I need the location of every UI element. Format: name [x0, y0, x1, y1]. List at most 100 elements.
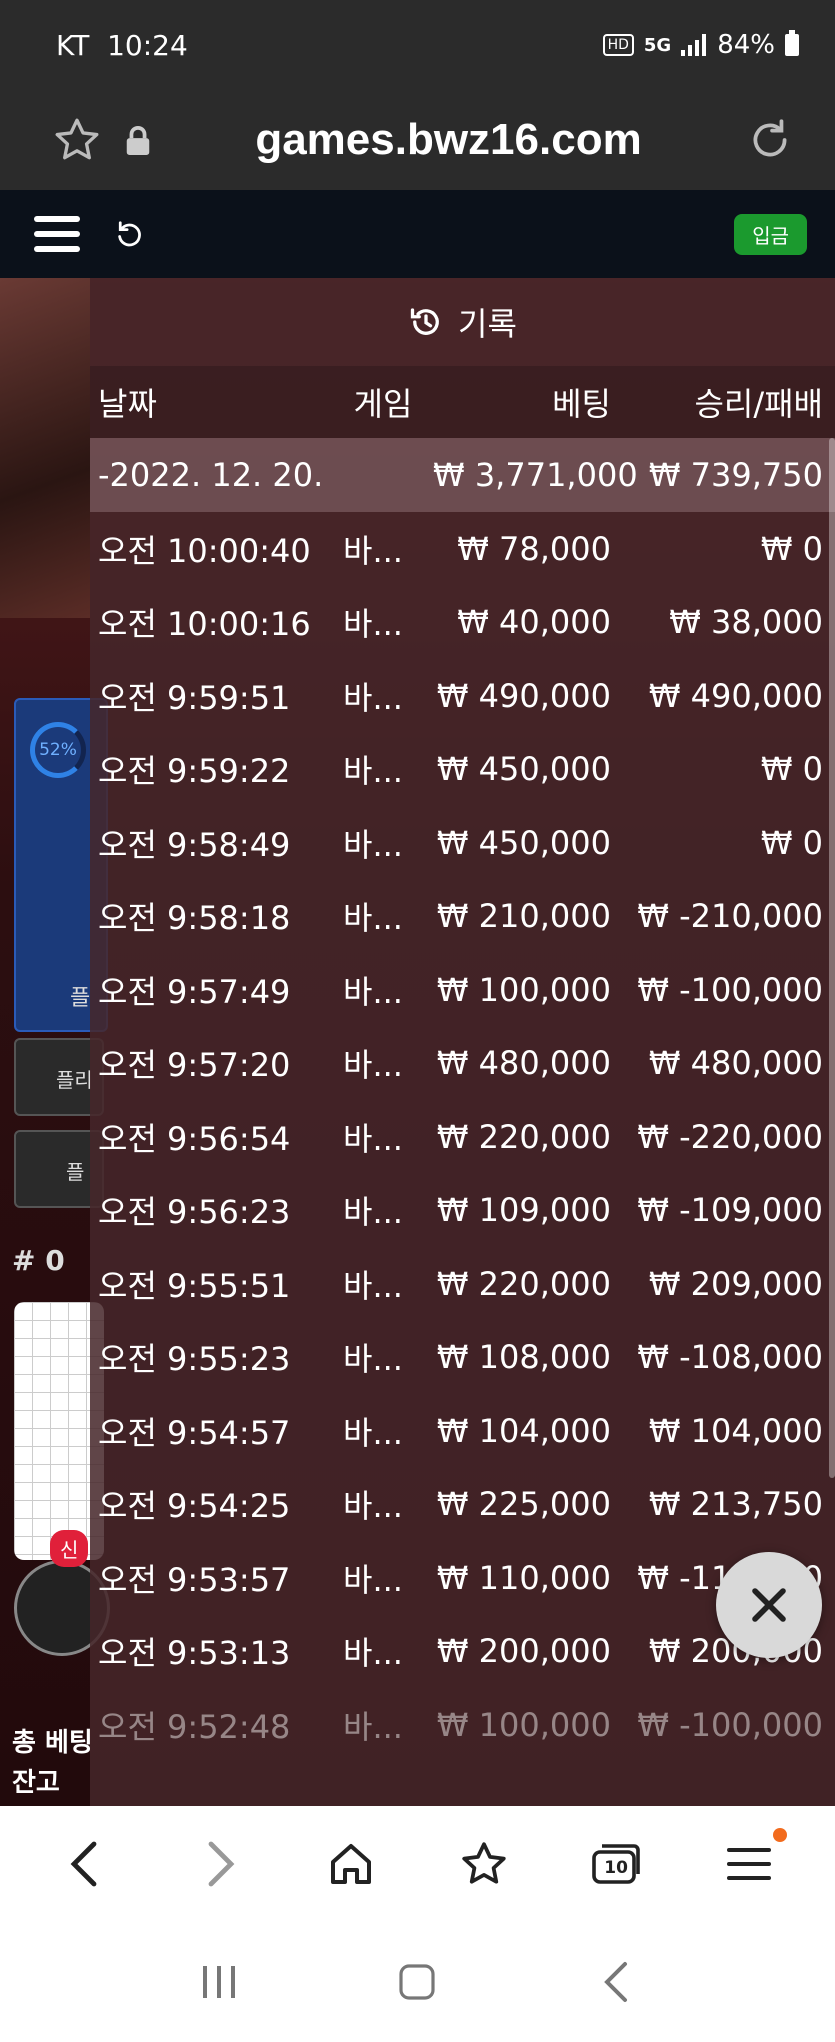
history-rows: 오전 10:00:40 바... ₩ 78,000 ₩ 0 오전 10:00:16 바..… [90, 512, 835, 1762]
row-result: ₩ -100,000 [637, 1705, 823, 1744]
table-row[interactable]: 오전 9:54:25 바... ₩ 225,000 ₩ 213,750 [90, 1468, 835, 1542]
row-game: 바... [343, 1487, 403, 1526]
col-result: 승리/패배 [694, 385, 823, 423]
tabs-count: 10 [604, 1858, 628, 1878]
row-time: 오전 9:58:49 [98, 825, 291, 864]
row-result: ₩ 209,000 [648, 1264, 823, 1303]
hd-icon: HD [602, 34, 634, 56]
home-button[interactable] [311, 1824, 391, 1904]
recents-icon [203, 1966, 236, 1998]
col-date: 날짜 [98, 385, 157, 423]
row-time: 오전 9:57:20 [98, 1046, 291, 1085]
table-row[interactable]: 오전 9:58:49 바... ₩ 450,000 ₩ 0 [90, 806, 835, 880]
battery-icon [785, 30, 799, 56]
row-bet: ₩ 110,000 [436, 1558, 611, 1597]
col-game: 게임 [353, 385, 413, 423]
tabs-button[interactable]: 10 [576, 1824, 656, 1904]
row-bet: ₩ 480,000 [436, 1044, 611, 1083]
table-row[interactable]: 오전 10:00:40 바... ₩ 78,000 ₩ 0 [90, 512, 835, 586]
status-left: KT 10:24 [56, 29, 188, 62]
hamburger-icon [726, 1848, 771, 1880]
table-row[interactable]: 오전 9:55:23 바... ₩ 108,000 ₩ -108,000 [90, 1321, 835, 1395]
row-bet: ₩ 450,000 [436, 750, 611, 789]
bookmark-star-icon[interactable] [52, 115, 102, 165]
row-bet: ₩ 100,000 [436, 970, 611, 1009]
row-time: 오전 9:56:54 [98, 1119, 291, 1158]
row-result: ₩ 490,000 [648, 676, 823, 715]
row-result: ₩ 0 [760, 750, 823, 789]
recent-apps-button[interactable] [179, 1942, 259, 2022]
history-icon [410, 308, 439, 335]
row-bet: ₩ 200,000 [436, 1632, 611, 1671]
chevron-left-icon [70, 1841, 97, 1887]
table-row[interactable]: 오전 10:00:16 바... ₩ 40,000 ₩ 38,000 [90, 586, 835, 660]
decor-image [0, 278, 90, 618]
row-result: ₩ -210,000 [637, 897, 823, 936]
row-game: 바... [343, 605, 403, 644]
table-row[interactable]: 오전 9:54:57 바... ₩ 104,000 ₩ 104,000 [90, 1394, 835, 1468]
row-game: 바... [343, 825, 403, 864]
side-label: 플 [70, 986, 91, 1011]
chevron-right-icon [208, 1841, 235, 1887]
table-row[interactable]: 오전 9:56:23 바... ₩ 109,000 ₩ -109,000 [90, 1174, 835, 1248]
row-result: ₩ 0 [760, 823, 823, 862]
row-time: 오전 9:56:23 [98, 1193, 291, 1232]
system-home-button[interactable] [377, 1942, 457, 2022]
table-row[interactable]: 오전 9:57:20 바... ₩ 480,000 ₩ 480,000 [90, 1027, 835, 1101]
back-button[interactable] [46, 1824, 126, 1904]
notification-dot [772, 1828, 787, 1842]
deposit-button[interactable]: 입금 [734, 213, 807, 255]
row-result: ₩ -220,000 [637, 1117, 823, 1156]
row-result: ₩ -100,000 [637, 970, 823, 1009]
progress-circle: 52% [30, 722, 86, 778]
close-button[interactable] [716, 1552, 822, 1658]
browser-menu-button[interactable] [709, 1824, 789, 1904]
row-result: ₩ 480,000 [648, 1044, 823, 1083]
menu-icon[interactable] [34, 214, 80, 254]
row-game: 바... [343, 899, 403, 938]
summary-bet: ₩ 3,771,000 [433, 456, 638, 494]
new-badge: 신 [50, 1530, 89, 1567]
row-game: 바... [343, 1119, 403, 1158]
row-bet: ₩ 100,000 [436, 1705, 611, 1744]
table-row[interactable]: 오전 9:59:22 바... ₩ 450,000 ₩ 0 [90, 733, 835, 807]
row-bet: ₩ 109,000 [436, 1191, 611, 1230]
address-bar: games.bwz16.com [0, 90, 835, 190]
carrier: KT [56, 28, 90, 62]
table-row[interactable]: 오전 9:55:51 바... ₩ 220,000 ₩ 209,000 [90, 1247, 835, 1321]
row-result: ₩ 104,000 [648, 1411, 823, 1450]
browser-toolbar: 10 [0, 1806, 835, 1922]
square-home-icon [399, 1964, 436, 2000]
bookmarks-button[interactable] [444, 1824, 524, 1904]
table-row[interactable]: 오전 9:58:18 바... ₩ 210,000 ₩ -210,000 [90, 880, 835, 954]
reload-icon[interactable] [745, 115, 795, 165]
row-game: 바... [343, 531, 403, 570]
table-row[interactable]: 오전 9:52:48 바... ₩ 100,000 ₩ -100,000 [90, 1688, 835, 1762]
table-row[interactable]: 오전 9:56:54 바... ₩ 220,000 ₩ -220,000 [90, 1100, 835, 1174]
table-row[interactable]: 오전 9:57:49 바... ₩ 100,000 ₩ -100,000 [90, 953, 835, 1027]
summary-row[interactable]: -2022. 12. 20. ₩ 3,771,000 ₩ 739,750 [90, 438, 835, 512]
refresh-icon[interactable] [114, 219, 144, 249]
url-field[interactable]: games.bwz16.com [152, 115, 745, 165]
history-header: 기록 [90, 278, 835, 366]
row-bet: ₩ 104,000 [436, 1411, 611, 1450]
system-back-button[interactable] [576, 1942, 656, 2022]
row-time: 오전 9:59:51 [98, 678, 291, 717]
row-time: 오전 9:58:18 [98, 899, 291, 938]
scrollbar[interactable] [829, 438, 835, 1478]
row-time: 오전 10:00:16 [98, 605, 311, 644]
close-icon [752, 1588, 786, 1622]
battery-percent: 84% [717, 30, 775, 60]
row-bet: ₩ 78,000 [457, 529, 611, 568]
table-row[interactable]: 오전 9:59:51 바... ₩ 490,000 ₩ 490,000 [90, 659, 835, 733]
row-game: 바... [343, 1707, 403, 1746]
network-type: 5G [643, 34, 672, 56]
row-time: 오전 9:54:57 [98, 1413, 291, 1452]
total-bet-label: 총 베팅 [12, 1728, 93, 1758]
summary-result: ₩ 739,750 [648, 456, 823, 494]
row-time: 오전 9:52:48 [98, 1707, 291, 1746]
forward-button[interactable] [179, 1824, 259, 1904]
row-bet: ₩ 108,000 [436, 1338, 611, 1377]
row-bet: ₩ 210,000 [436, 897, 611, 936]
row-time: 오전 9:54:25 [98, 1487, 291, 1526]
